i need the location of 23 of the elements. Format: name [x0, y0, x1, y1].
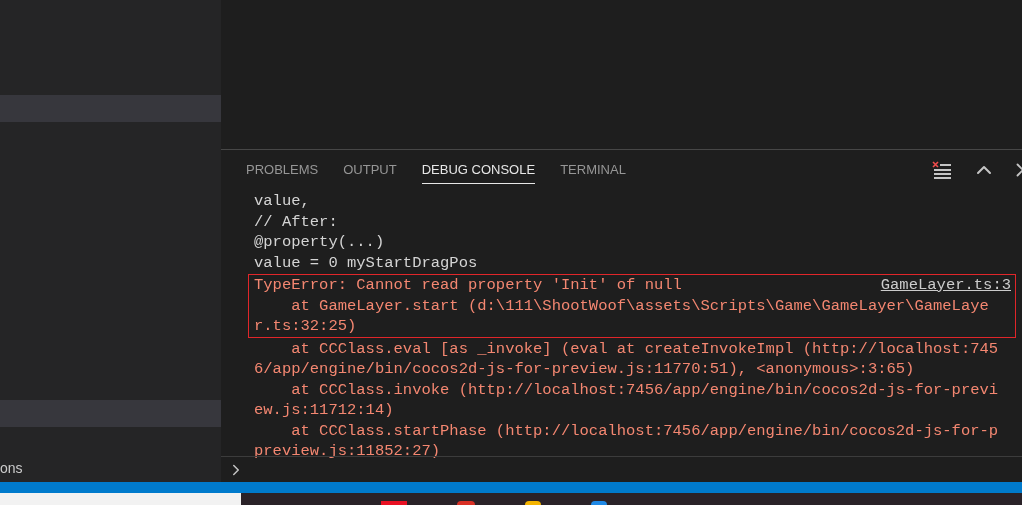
console-line: value, [254, 191, 311, 212]
console-line: at CCClass.invoke (http://localhost:7456/app/engine/bin/cocos2d-js-for-previ [290, 379, 1000, 400]
console-line: preview.js:11852:27) [254, 441, 442, 462]
console-line: at GameLayer.start (d:\111\ShootWoof\assets\Scripts\Game\GameLayer\GameLaye [290, 295, 990, 316]
console-line: at CCClass.eval [as _invoke] (eval at createInvokeImpl (http://localhost:745 [290, 338, 1000, 359]
console-line: at CCClass.startPhase (http://localhost:7456/app/engine/bin/cocos2d-js-for-p [290, 420, 1000, 441]
console-line: ew.js:11712:14) [254, 400, 395, 421]
console-line: value = 0 myStartDragPos [254, 252, 479, 273]
console-line: // After: [254, 211, 339, 232]
panel-tab[interactable]: TERMINAL [560, 156, 626, 184]
clear-console-icon[interactable] [932, 161, 952, 179]
console-line: TypeError: Cannot read property 'Init' of null [254, 275, 682, 296]
sidebar-item[interactable]: ons [0, 455, 221, 482]
taskbar-icon[interactable] [591, 501, 607, 505]
taskbar-icon[interactable] [525, 501, 541, 505]
panel-tab[interactable]: DEBUG CONSOLE [421, 156, 536, 184]
console-line: 6/app/engine/bin/cocos2d-js-for-preview.js:11770:51), <anonymous>:3:65) [254, 359, 916, 380]
taskbar-icon[interactable] [457, 501, 475, 505]
console-line: @property(...) [254, 232, 386, 253]
panel-tab[interactable]: OUTPUT [343, 156, 397, 184]
console-line: r.ts:32:25) [254, 316, 358, 337]
source-link[interactable]: GameLayer.ts:3 [880, 275, 1011, 296]
panel-tab[interactable]: PROBLEMS [246, 156, 319, 184]
